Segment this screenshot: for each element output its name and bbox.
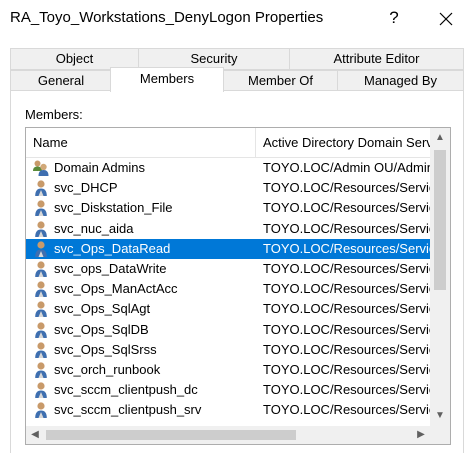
member-ad-folder: TOYO.LOC/Resources/Servic	[263, 260, 430, 276]
member-name: svc_Ops_DataRead	[54, 240, 171, 256]
column-header-name[interactable]: Name	[26, 128, 256, 158]
tab-attribute-editor[interactable]: Attribute Editor	[289, 48, 464, 70]
horizontal-scrollbar[interactable]: ◀ ▶	[26, 426, 430, 444]
member-name: svc_nuc_aida	[54, 220, 134, 236]
list-item[interactable]: svc_nuc_aida TOYO.LOC/Resources/Servic	[26, 219, 430, 239]
tab-general[interactable]: General	[10, 70, 112, 91]
list-item[interactable]: svc_sccm_clientpush_srv TOYO.LOC/Resource…	[26, 400, 430, 420]
member-ad-folder: TOYO.LOC/Resources/Servic	[263, 240, 430, 256]
window-title: RA_Toyo_Workstations_DenyLogon Propertie…	[10, 9, 324, 26]
member-ad-folder: TOYO.LOC/Resources/Servic	[263, 220, 430, 236]
tab-label: General	[37, 73, 85, 88]
list-item[interactable]: svc_Ops_DataRead TOYO.LOC/Resources/Servi…	[26, 238, 430, 259]
list-item[interactable]: svc_ops_DataWrite TOYO.LOC/Resources/Serv…	[26, 259, 430, 279]
member-ad-folder: TOYO.LOC/Resources/Servic	[263, 301, 430, 317]
user-icon	[32, 220, 50, 238]
member-name: svc_sccm_clientpush_dc	[54, 382, 198, 398]
member-name: svc_Ops_SqlDB	[54, 321, 149, 337]
list-item[interactable]: svc_Diskstation_File TOYO.LOC/Resources/S…	[26, 198, 430, 218]
tab-member-of[interactable]: Member Of	[223, 70, 338, 91]
member-ad-folder: TOYO.LOC/Resources/Servic	[263, 321, 430, 337]
scrollbar-corner	[430, 426, 450, 444]
list-item[interactable]: svc_Ops_SqlDB TOYO.LOC/Resources/Servic	[26, 320, 430, 340]
member-name: svc_Diskstation_File	[54, 200, 173, 216]
member-ad-folder: TOYO.LOC/Resources/Servic	[263, 180, 430, 196]
member-name: svc_sccm_clientpush_srv	[54, 402, 202, 418]
tab-label: Attribute Editor	[333, 51, 420, 66]
members-label: Members:	[25, 107, 83, 122]
user-icon	[32, 401, 50, 419]
user-icon	[32, 361, 50, 379]
user-icon	[32, 300, 50, 318]
member-ad-folder: TOYO.LOC/Resources/Servic	[263, 361, 430, 377]
tab-label: Member Of	[247, 73, 313, 88]
user-icon	[32, 280, 50, 298]
tab-label: Managed By	[364, 73, 437, 88]
member-name: svc_Ops_SqlSrss	[54, 341, 157, 357]
title-bar: RA_Toyo_Workstations_DenyLogon Propertie…	[0, 0, 474, 38]
user-icon	[32, 240, 50, 258]
group-icon	[32, 159, 50, 177]
member-ad-folder: TOYO.LOC/Resources/Servic	[263, 281, 430, 297]
close-icon	[439, 12, 453, 26]
member-ad-folder: TOYO.LOC/Resources/Servic	[263, 200, 430, 216]
close-button[interactable]	[430, 2, 462, 34]
list-item[interactable]: svc_sccm_clientpush_dc TOYO.LOC/Resources…	[26, 380, 430, 400]
tab-label: Object	[55, 51, 94, 66]
horizontal-scroll-thumb[interactable]	[46, 430, 296, 440]
members-list[interactable]: Name Active Directory Domain Servi Domai…	[25, 127, 451, 445]
list-rows: Domain Admins TOYO.LOC/Admin OU/Admin svc…	[26, 158, 430, 420]
tab-members[interactable]: Members	[110, 67, 224, 92]
tab-managed-by[interactable]: Managed By	[337, 70, 464, 91]
list-item[interactable]: svc_orch_runbook TOYO.LOC/Resources/Servi…	[26, 360, 430, 380]
list-header: Name Active Directory Domain Servi	[26, 128, 430, 158]
user-icon	[32, 381, 50, 399]
member-name: svc_orch_runbook	[54, 361, 161, 377]
list-item[interactable]: svc_Ops_ManActAcc TOYO.LOC/Resources/Serv…	[26, 279, 430, 299]
list-item[interactable]: svc_DHCP TOYO.LOC/Resources/Servic	[26, 178, 430, 198]
scroll-left-icon[interactable]: ◀	[26, 426, 44, 444]
member-ad-folder: TOYO.LOC/Admin OU/Admin	[263, 160, 430, 175]
scroll-down-icon[interactable]: ▼	[430, 406, 450, 426]
member-ad-folder: TOYO.LOC/Resources/Servic	[263, 402, 430, 418]
list-item[interactable]: svc_Ops_SqlSrss TOYO.LOC/Resources/Servic	[26, 340, 430, 360]
tab-label: Security	[190, 51, 238, 66]
member-name: svc_Ops_SqlAgt	[54, 301, 151, 317]
vertical-scrollbar[interactable]: ▲ ▼	[430, 128, 450, 426]
tab-label: Members	[139, 71, 195, 86]
user-icon	[32, 179, 50, 197]
member-name: svc_ops_DataWrite	[54, 260, 167, 276]
list-item[interactable]: svc_Ops_SqlAgt TOYO.LOC/Resources/Servic	[26, 299, 430, 319]
member-ad-folder: TOYO.LOC/Resources/Servic	[263, 382, 430, 398]
scroll-up-icon[interactable]: ▲	[430, 128, 450, 148]
user-icon	[32, 199, 50, 217]
help-button[interactable]: ?	[380, 2, 408, 34]
vertical-scroll-thumb[interactable]	[434, 150, 446, 290]
member-ad-folder: TOYO.LOC/Resources/Servic	[263, 341, 430, 357]
user-icon	[32, 321, 50, 339]
member-name: svc_Ops_ManActAcc	[54, 281, 178, 297]
member-name: Domain Admins	[54, 160, 146, 175]
scroll-right-icon[interactable]: ▶	[412, 426, 430, 444]
column-header-ad-folder[interactable]: Active Directory Domain Servi	[256, 128, 430, 158]
user-icon	[32, 341, 50, 359]
member-name: svc_DHCP	[54, 180, 118, 196]
list-item[interactable]: Domain Admins TOYO.LOC/Admin OU/Admin	[26, 158, 430, 178]
user-icon	[32, 260, 50, 278]
